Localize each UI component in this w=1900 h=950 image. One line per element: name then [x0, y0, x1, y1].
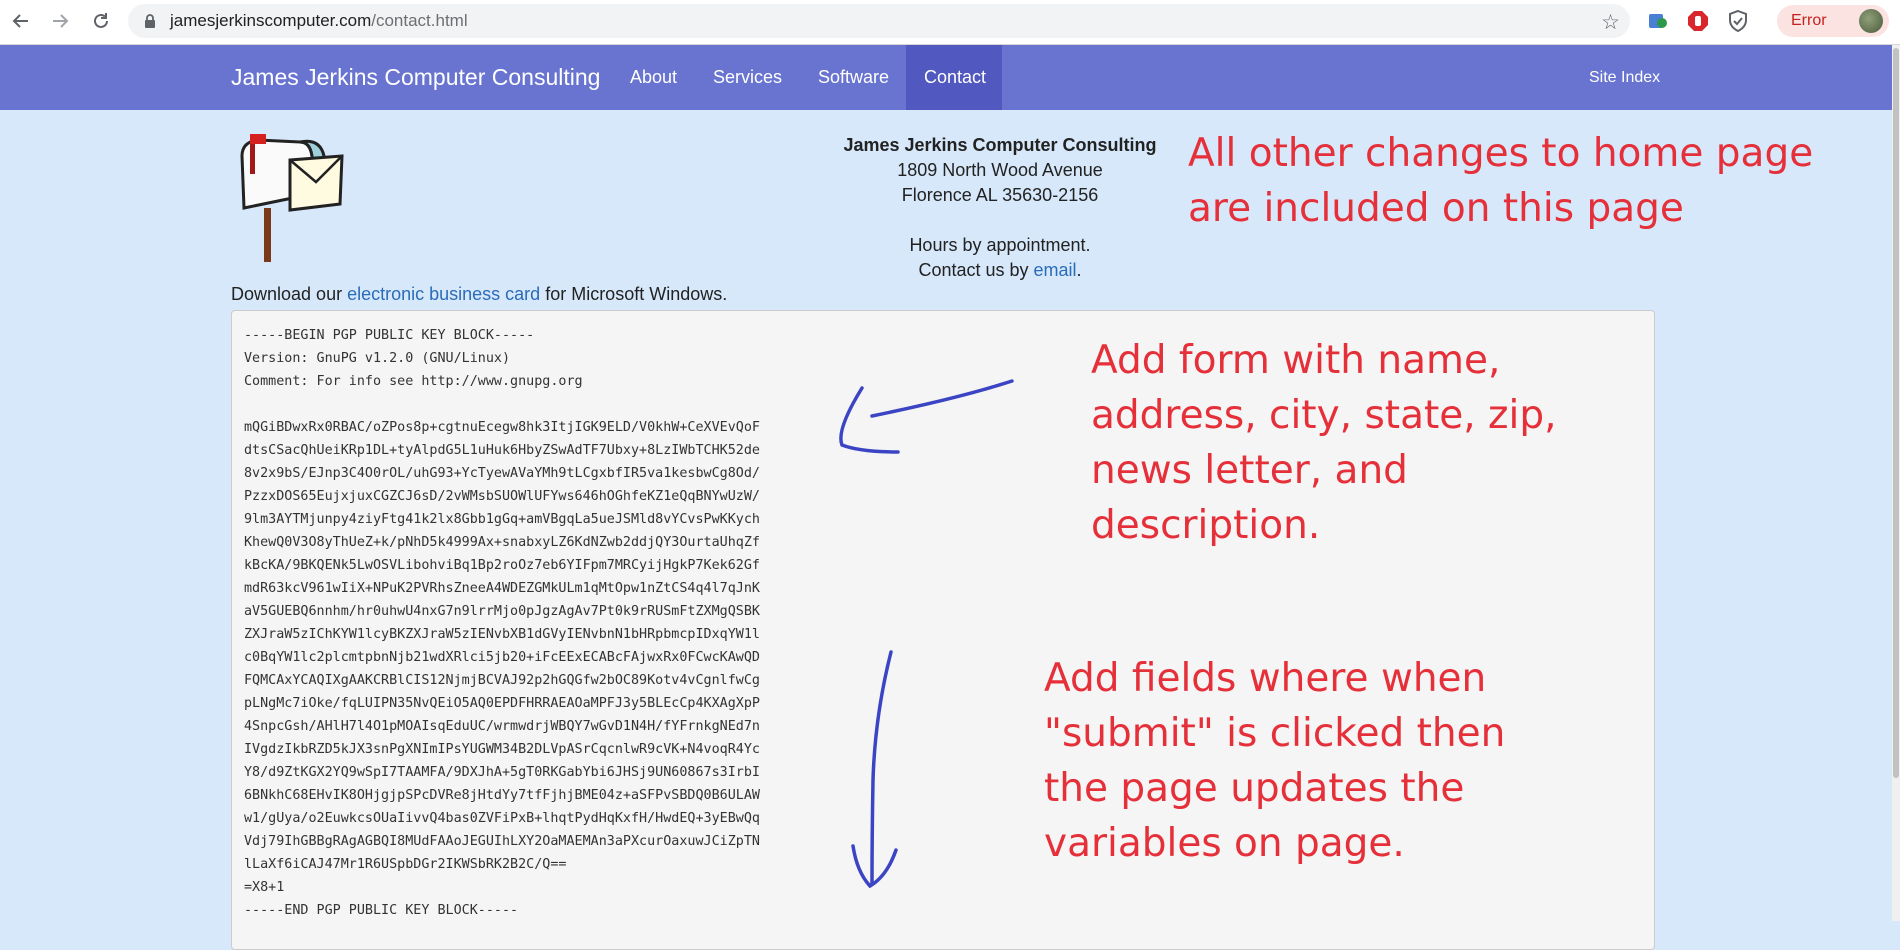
nav-software[interactable]: Software — [800, 45, 907, 110]
profile-avatar-icon — [1859, 9, 1883, 33]
annotation-line: variables on page. — [1044, 821, 1405, 866]
reload-icon[interactable] — [88, 8, 114, 34]
browser-toolbar: jamesjerkinscomputer.com/contact.html ☆ … — [0, 0, 1900, 45]
site-index-link[interactable]: Site Index — [1589, 45, 1660, 110]
annotation-line: news letter, and — [1091, 448, 1408, 493]
annotation-home-page: All other changes to home page are inclu… — [1188, 126, 1813, 236]
stop-sign-icon[interactable] — [1686, 9, 1710, 33]
nav-services[interactable]: Services — [695, 45, 800, 110]
mailbox-icon — [240, 134, 344, 262]
error-label: Error — [1791, 12, 1827, 29]
url-text[interactable]: jamesjerkinscomputer.com/contact.html — [170, 4, 468, 38]
back-arrow-icon[interactable] — [8, 8, 34, 34]
email-link[interactable]: email — [1034, 260, 1077, 280]
contact-address: James Jerkins Computer Consulting 1809 N… — [800, 133, 1200, 283]
url-path: /contact.html — [371, 11, 468, 30]
annotation-line: address, city, state, zip, — [1091, 393, 1557, 438]
annotation-line: the page updates the — [1044, 766, 1465, 811]
brand-link[interactable]: James Jerkins Computer Consulting — [231, 45, 600, 110]
city-state-zip: Florence AL 35630-2156 — [901, 185, 1099, 205]
annotation-line: Add fields where when — [1044, 656, 1487, 701]
annotation-submit-fields: Add fields where when "submit" is clicke… — [1044, 651, 1505, 871]
shield-icon[interactable] — [1726, 9, 1750, 33]
forward-arrow-icon[interactable] — [47, 8, 73, 34]
extension-icon[interactable] — [1646, 9, 1670, 33]
annotation-line: description. — [1091, 503, 1321, 548]
annotation-line: Add form with name, — [1091, 338, 1501, 383]
company-name: James Jerkins Computer Consulting — [843, 135, 1157, 155]
scrollbar-thumb[interactable] — [1893, 48, 1899, 778]
annotation-line: "submit" is clicked then — [1044, 711, 1506, 756]
pgp-key-text: -----BEGIN PGP PUBLIC KEY BLOCK----- Ver… — [244, 328, 760, 918]
contact-prefix: Contact us by — [918, 260, 1034, 280]
nav-contact[interactable]: Contact — [906, 45, 1002, 110]
address-bar[interactable]: jamesjerkinscomputer.com/contact.html ☆ — [128, 4, 1630, 38]
business-card-link[interactable]: electronic business card — [347, 284, 540, 304]
annotation-add-form: Add form with name, address, city, state… — [1091, 333, 1557, 553]
street-address: 1809 North Wood Avenue — [897, 160, 1103, 180]
url-host: jamesjerkinscomputer.com — [170, 11, 372, 30]
annotation-line: are included on this page — [1188, 186, 1684, 231]
nav-about[interactable]: About — [612, 45, 695, 110]
download-prefix: Download our — [231, 284, 348, 304]
download-line: Download our electronic business card fo… — [231, 284, 727, 305]
hours-text: Hours by appointment. — [909, 235, 1091, 255]
download-suffix: for Microsoft Windows. — [540, 284, 728, 304]
lock-icon — [145, 14, 155, 28]
site-navbar: James Jerkins Computer Consulting About … — [0, 45, 1892, 110]
bookmark-star-icon[interactable]: ☆ — [1601, 10, 1620, 35]
contact-line: Contact us by email. — [800, 258, 1200, 283]
annotation-line: All other changes to home page — [1188, 131, 1814, 176]
contact-suffix: . — [1076, 260, 1082, 280]
profile-error-button[interactable]: Error — [1777, 5, 1889, 37]
